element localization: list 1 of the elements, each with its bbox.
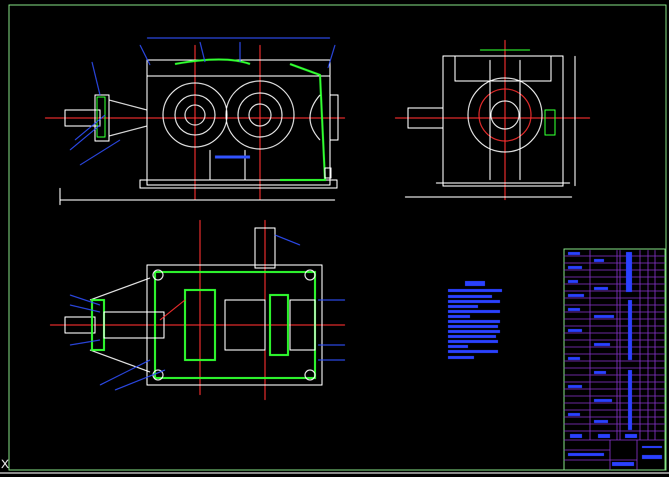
axis-label: X	[1, 458, 10, 470]
